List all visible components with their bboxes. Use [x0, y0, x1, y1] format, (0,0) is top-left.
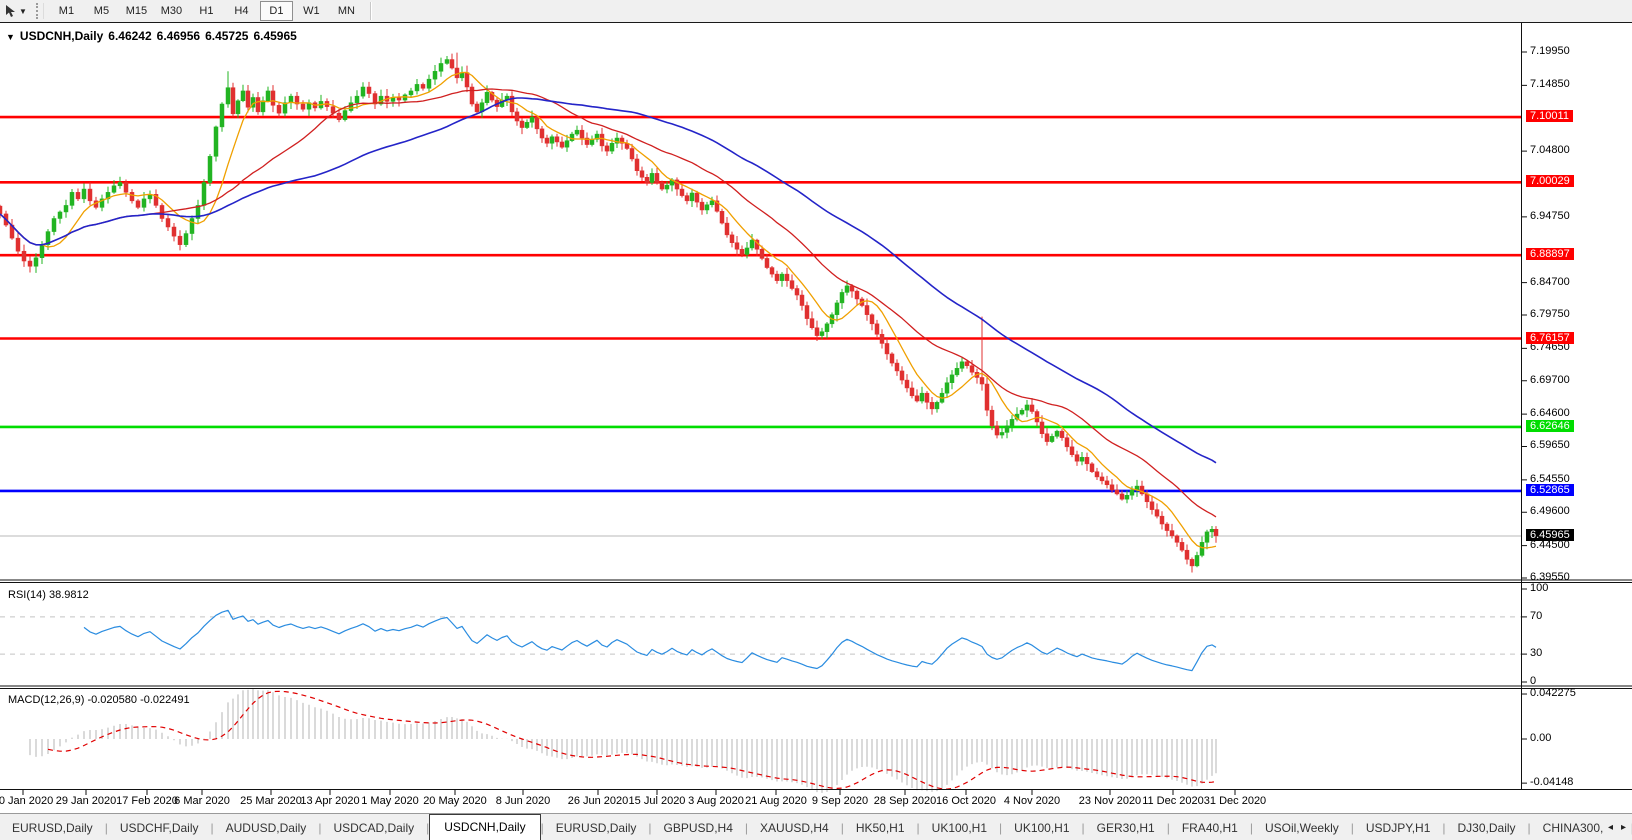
- chart-tab-eurusd-daily[interactable]: EURUSD,Daily: [544, 817, 649, 839]
- cursor-icon: [4, 4, 16, 18]
- macd-axis-label: 0.00: [1530, 732, 1551, 744]
- ma-mid-line: [0, 89, 1216, 517]
- price-chart-canvas[interactable]: [0, 23, 1632, 813]
- chart-tab-bar: EURUSD,Daily|USDCHF,Daily|AUDUSD,Daily|U…: [0, 813, 1632, 840]
- timeframe-buttons: M1M5M15M30H1H4D1W1MN: [49, 1, 364, 21]
- mt4-window: ▼ M1M5M15M30H1H4D1W1MN ▼ USDCNH,Daily 6.46…: [0, 0, 1632, 840]
- chart-tab-dj30-daily[interactable]: DJ30,Daily: [1446, 817, 1528, 839]
- ohlc-close: 6.45965: [253, 29, 296, 43]
- timeframe-toolbar: ▼ M1M5M15M30H1H4D1W1MN: [0, 0, 1632, 23]
- price-tick-label: 6.84700: [1530, 276, 1570, 288]
- toolbar-separator: [370, 2, 372, 20]
- timeframe-button-w1[interactable]: W1: [295, 1, 328, 21]
- tabs-scroll-left-icon[interactable]: ◂: [1608, 822, 1613, 833]
- chart-tab-eurusd-daily[interactable]: EURUSD,Daily: [0, 817, 105, 839]
- current-price-label: 6.45965: [1526, 529, 1574, 541]
- chart-tab-gbpusd-h4[interactable]: GBPUSD,H4: [652, 817, 745, 839]
- price-tick-label: 7.19950: [1530, 45, 1570, 57]
- chart-tab-ger30-h1[interactable]: GER30,H1: [1085, 817, 1167, 839]
- timeframe-button-m5[interactable]: M5: [85, 1, 118, 21]
- tabs-scroll-right-icon[interactable]: ▸: [1621, 822, 1626, 833]
- timeframe-button-h4[interactable]: H4: [225, 1, 258, 21]
- price-tick-label: 7.04800: [1530, 144, 1570, 156]
- chart-title: ▼ USDCNH,Daily 6.46242 6.46956 6.45725 6.4596…: [6, 29, 302, 43]
- chart-symbol-period: USDCNH,Daily: [20, 29, 103, 43]
- level-price-label: 6.52865: [1526, 484, 1574, 496]
- price-tick-label: 6.49600: [1530, 505, 1570, 517]
- date-axis-label: 31 Dec 2020: [1195, 795, 1275, 807]
- toolbar-grip[interactable]: [36, 3, 44, 19]
- price-tick-label: 7.14850: [1530, 78, 1570, 90]
- chart-tab-audusd-daily[interactable]: AUDUSD,Daily: [214, 817, 319, 839]
- chart-tab-uk100-h1[interactable]: UK100,H1: [1002, 817, 1081, 839]
- rsi-axis-label: 30: [1530, 647, 1542, 659]
- timeframe-button-m1[interactable]: M1: [50, 1, 83, 21]
- chart-tab-xauusd-h4[interactable]: XAUUSD,H4: [748, 817, 841, 839]
- date-axis-label: 6 Mar 2020: [162, 795, 242, 807]
- price-tick-label: 6.79750: [1530, 308, 1570, 320]
- rsi-line: [84, 610, 1216, 670]
- ohlc-open: 6.46242: [108, 29, 151, 43]
- timeframe-button-m30[interactable]: M30: [155, 1, 188, 21]
- timeframe-button-d1[interactable]: D1: [260, 1, 293, 21]
- level-price-label: 6.76157: [1526, 332, 1574, 344]
- date-axis-label: 4 Nov 2020: [992, 795, 1072, 807]
- timeframe-button-h1[interactable]: H1: [190, 1, 223, 21]
- ohlc-high: 6.46956: [157, 29, 200, 43]
- macd-axis-label: 0.042275: [1530, 687, 1576, 699]
- price-tick-label: 6.59650: [1530, 439, 1570, 451]
- chart-tab-uk100-h1[interactable]: UK100,H1: [920, 817, 999, 839]
- price-tick-label: 6.64600: [1530, 407, 1570, 419]
- level-price-label: 6.62646: [1526, 420, 1574, 432]
- macd-label: MACD(12,26,9) -0.020580 -0.022491: [8, 694, 190, 706]
- rsi-axis-label: 70: [1530, 610, 1542, 622]
- chart-tab-fra40-h1[interactable]: FRA40,H1: [1170, 817, 1250, 839]
- chart-tabs: EURUSD,Daily|USDCHF,Daily|AUDUSD,Daily|U…: [0, 816, 1632, 840]
- chart-tab-usoil-weekly[interactable]: USOil,Weekly: [1253, 817, 1351, 839]
- timeframe-button-m15[interactable]: M15: [120, 1, 153, 21]
- chart-tab-usdcnh-daily[interactable]: USDCNH,Daily: [429, 814, 540, 840]
- level-price-label: 6.88897: [1526, 248, 1574, 260]
- chart-window: ▼ USDCNH,Daily 6.46242 6.46956 6.45725 6.4596…: [0, 23, 1632, 813]
- cursor-tool-button[interactable]: ▼: [0, 4, 31, 18]
- date-axis-label: 8 Jun 2020: [483, 795, 563, 807]
- macd-axis-label: -0.04148: [1530, 776, 1573, 788]
- chart-tab-hk50-h1[interactable]: HK50,H1: [844, 817, 917, 839]
- rsi-label: RSI(14) 38.9812: [8, 589, 89, 601]
- ma-fast-line: [0, 72, 1216, 548]
- chart-collapse-icon[interactable]: ▼: [6, 32, 15, 42]
- ohlc-low: 6.45725: [205, 29, 248, 43]
- level-price-label: 7.10011: [1526, 110, 1573, 122]
- chart-tab-usdchf-daily[interactable]: USDCHF,Daily: [108, 817, 211, 839]
- timeframe-button-mn[interactable]: MN: [330, 1, 363, 21]
- chart-tab-usdjpy-h1[interactable]: USDJPY,H1: [1354, 817, 1442, 839]
- chart-tab-usdcad-daily[interactable]: USDCAD,Daily: [321, 817, 426, 839]
- price-tick-label: 6.94750: [1530, 210, 1570, 222]
- price-tick-label: 6.69700: [1530, 374, 1570, 386]
- cursor-tool-caret-icon[interactable]: ▼: [19, 7, 27, 16]
- level-price-label: 7.00029: [1526, 175, 1574, 187]
- rsi-axis-label: 100: [1530, 582, 1548, 594]
- rsi-axis-label: 0: [1530, 675, 1536, 687]
